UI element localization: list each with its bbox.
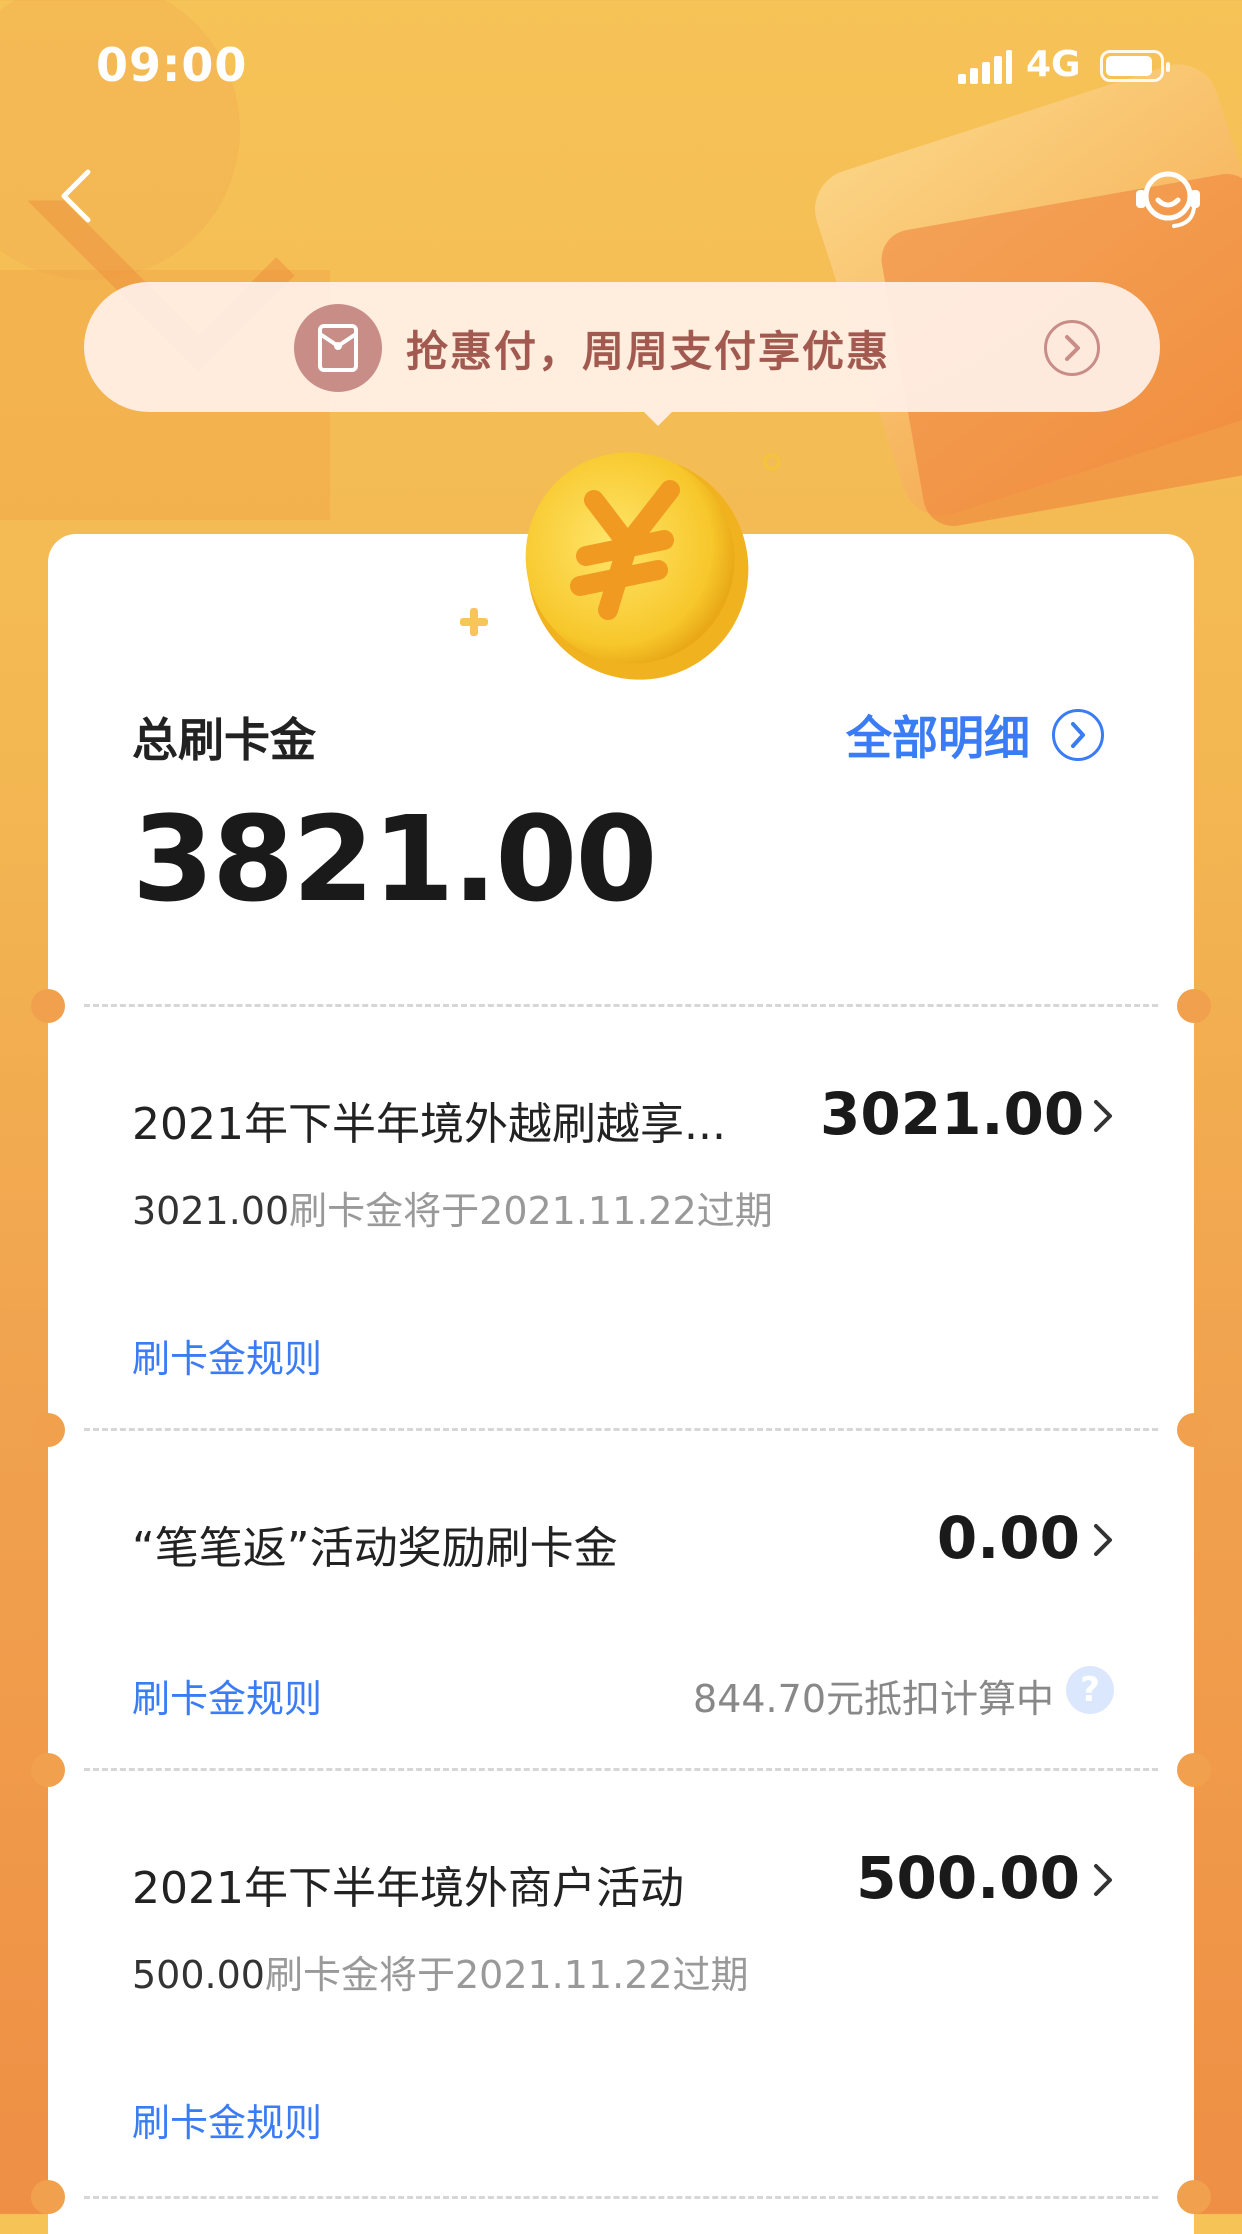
all-details-link[interactable]: 全部明细	[846, 702, 1030, 768]
item-amount[interactable]: 3021.00	[820, 1080, 1084, 1148]
signal-icon	[958, 50, 1012, 84]
promo-text: 抢惠付，周周支付享优惠	[406, 327, 891, 376]
deduction-calculating-note: 844.70元抵扣计算中	[693, 1677, 1054, 1721]
status-time: 09:00	[96, 38, 248, 92]
chevron-right-icon[interactable]	[1088, 1860, 1118, 1900]
expiry-amount: 3021.00	[132, 1189, 290, 1233]
chevron-right-icon	[1044, 320, 1100, 376]
item-expiry-note: 3021.00刷卡金将于2021.11.22过期	[132, 1180, 773, 1235]
divider	[84, 1004, 1158, 1007]
rules-link[interactable]: 刷卡金规则	[132, 1668, 322, 1723]
total-card-gold-label: 总刷卡金	[132, 713, 316, 767]
ticket-notch	[1177, 2180, 1211, 2214]
item-title[interactable]: 2021年下半年境外商户活动	[132, 1852, 684, 1916]
chevron-right-icon[interactable]	[1088, 1520, 1118, 1560]
help-icon[interactable]: ?	[1066, 1666, 1114, 1714]
item-title[interactable]: “笔笔返”活动奖励刷卡金	[132, 1512, 618, 1576]
ticket-notch	[1177, 1753, 1211, 1787]
ticket-notch	[31, 1413, 65, 1447]
red-envelope-icon	[294, 304, 382, 392]
ticket-notch	[31, 989, 65, 1023]
rules-link[interactable]: 刷卡金规则	[132, 2092, 322, 2147]
ticket-notch	[1177, 989, 1211, 1023]
divider	[84, 1768, 1158, 1771]
divider	[84, 2196, 1158, 2199]
expiry-amount: 500.00	[132, 1953, 265, 1997]
network-type: 4G	[1026, 44, 1081, 85]
customer-service-icon	[1136, 171, 1200, 228]
ticket-notch	[1177, 1413, 1211, 1447]
chevron-left-icon	[61, 169, 91, 223]
battery-icon	[1100, 50, 1170, 82]
ticket-notch	[31, 1753, 65, 1787]
expiry-text: 刷卡金将于2021.11.22过期	[289, 1189, 773, 1233]
item-expiry-note: 500.00刷卡金将于2021.11.22过期	[132, 1944, 749, 1999]
chevron-right-icon[interactable]	[1088, 1096, 1118, 1136]
expiry-text: 刷卡金将于2021.11.22过期	[264, 1953, 749, 1997]
item-title[interactable]: 2021年下半年境外越刷越享...	[132, 1088, 726, 1152]
item-amount[interactable]: 500.00	[820, 1844, 1080, 1912]
status-bar: 09:00 4G	[0, 0, 1242, 130]
promo-banner[interactable]: 抢惠付，周周支付享优惠	[84, 282, 1160, 426]
back-button[interactable]	[50, 160, 120, 230]
ticket-notch	[31, 2180, 65, 2214]
total-amount: 3821.00	[132, 790, 657, 928]
rules-link[interactable]: 刷卡金规则	[132, 1328, 322, 1383]
chevron-right-icon[interactable]	[1052, 709, 1104, 761]
divider	[84, 1428, 1158, 1431]
item-amount[interactable]: 0.00	[820, 1504, 1080, 1572]
yuan-coin-icon	[500, 430, 781, 690]
customer-service-button[interactable]	[1130, 160, 1206, 236]
